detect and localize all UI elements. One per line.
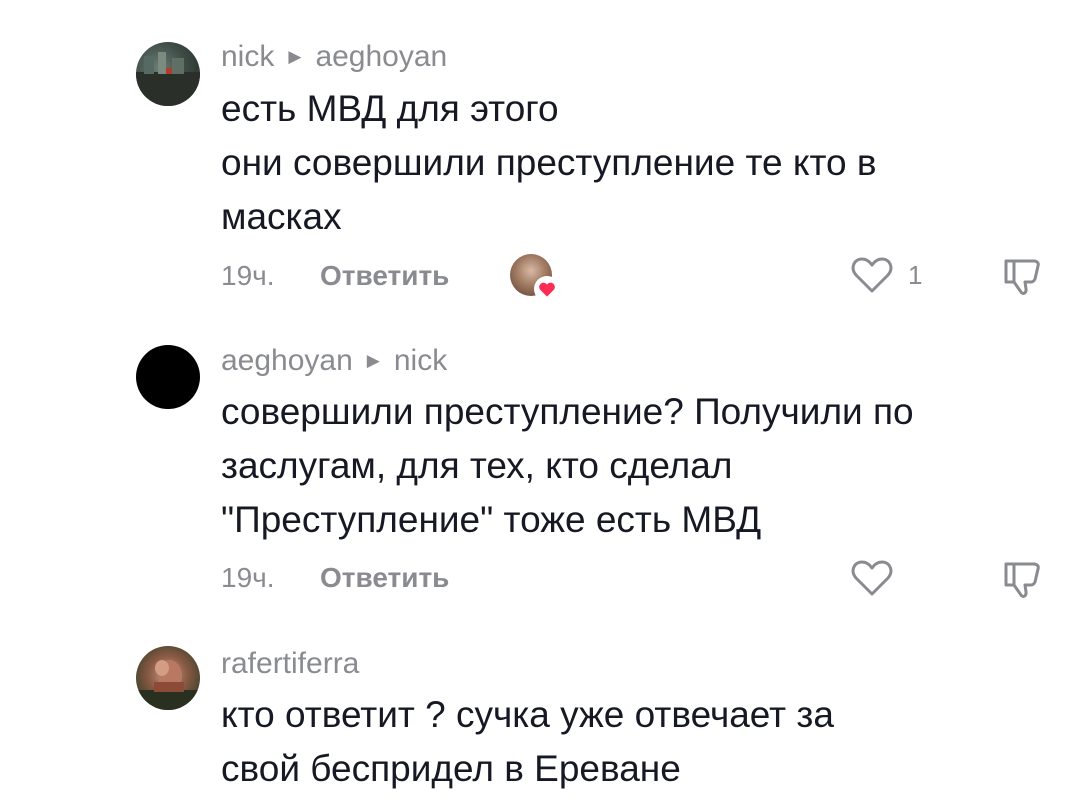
creator-liked-badge xyxy=(510,254,560,302)
thumbs-down-icon xyxy=(1004,562,1040,598)
comment-author-line: nick ▶ aeghoyan xyxy=(221,40,447,74)
reply-to-user[interactable]: nick xyxy=(394,344,447,378)
triangle-right-icon: ▶ xyxy=(288,47,302,66)
comment-author-line: rafertiferra xyxy=(221,647,359,681)
comment-text-line: есть МВД для этого xyxy=(221,88,559,129)
comment-author[interactable]: nick xyxy=(221,40,274,74)
like-count: 1 xyxy=(908,259,923,290)
comment-text-line: заслугам, для тех, кто сделал xyxy=(221,445,733,486)
comment-text-line: свой беспридел в Ереване xyxy=(221,748,681,789)
comment-author-line: aeghoyan ▶ nick xyxy=(221,344,447,378)
comment-text-line: они совершили преступление те кто в xyxy=(221,142,877,183)
comment-author[interactable]: rafertiferra xyxy=(221,647,359,681)
comment-text-line: совершили преступление? Получили по xyxy=(221,391,914,432)
reply-button[interactable]: Ответить xyxy=(320,562,449,594)
comment-text: есть МВД для этого они совершили преступ… xyxy=(221,82,1061,244)
comment-time: 19ч. xyxy=(221,260,275,291)
like-button[interactable]: 1 xyxy=(850,255,922,295)
triangle-right-icon: ▶ xyxy=(366,351,380,370)
dislike-button[interactable] xyxy=(1000,255,1044,299)
reply-to-user[interactable]: aeghoyan xyxy=(315,40,447,74)
heart-outline-icon xyxy=(851,560,893,596)
thumbs-down-icon xyxy=(1004,259,1040,295)
comment-time: 19ч. xyxy=(221,562,275,593)
avatar[interactable] xyxy=(136,345,200,409)
heart-filled-icon xyxy=(534,276,560,302)
reply-button[interactable]: Ответить xyxy=(320,260,449,292)
comment-text-line: масках xyxy=(221,196,342,237)
comment-text-line: кто ответит ? сучка уже отвечает за xyxy=(221,694,834,735)
like-button[interactable] xyxy=(850,558,894,598)
heart-outline-icon xyxy=(851,257,893,293)
comment-author[interactable]: aeghoyan xyxy=(221,344,353,378)
dislike-button[interactable] xyxy=(1000,558,1044,602)
avatar[interactable] xyxy=(136,42,200,106)
comment-text: совершили преступление? Получили по засл… xyxy=(221,385,1061,547)
avatar[interactable] xyxy=(136,646,200,710)
comment-text-line: "Преступление" тоже есть МВД xyxy=(221,499,762,540)
comment-text: кто ответит ? сучка уже отвечает за свой… xyxy=(221,688,1061,796)
